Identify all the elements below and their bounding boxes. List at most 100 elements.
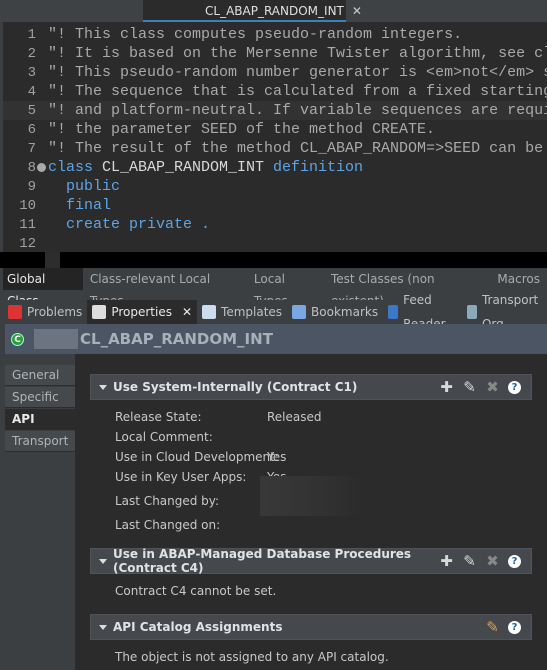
line-number: 6 xyxy=(27,122,36,138)
problems-icon xyxy=(8,305,22,319)
code-text: public xyxy=(48,177,120,196)
section-title: Use System-Internally (Contract C1) xyxy=(113,380,358,394)
add-icon[interactable]: ✚ xyxy=(439,378,454,396)
subtab-macros[interactable]: Macros xyxy=(494,268,543,290)
templates-icon xyxy=(202,305,217,319)
line-number: 10 xyxy=(19,198,36,214)
code-token: definition xyxy=(273,159,364,176)
fold-toggle-icon[interactable] xyxy=(37,163,46,172)
section-text: Contract C4 cannot be set. xyxy=(115,584,277,598)
code-token: "! and platform-neutral. If variable seq… xyxy=(48,102,547,119)
add-icon[interactable]: ✚ xyxy=(439,552,454,570)
line-number: 1 xyxy=(27,27,36,43)
editor-tab[interactable]: CL_ABAP_RANDOM_INT ✕ xyxy=(143,0,362,22)
view-tabs: Problems Properties ✕ Templates Bookmarks Fee… xyxy=(3,293,547,331)
editor-subtabs: Global ClassClass-relevant Local TypesLo… xyxy=(3,268,547,308)
tab-bookmarks[interactable]: Bookmarks xyxy=(287,300,383,324)
line-number: 7 xyxy=(27,141,36,157)
line-number: 11 xyxy=(19,217,36,233)
code-line: 12 xyxy=(3,234,547,252)
tab-label: Properties xyxy=(111,305,172,319)
collapse-triangle-icon[interactable] xyxy=(99,558,107,564)
code-text: "! The result of the method CL_ABAP_RAND… xyxy=(48,139,543,158)
nav-api-state[interactable]: API State xyxy=(5,409,75,447)
code-line: 7 "! The result of the method CL_ABAP_RAN… xyxy=(3,139,547,158)
code-token: "! the parameter SEED of the method CREA… xyxy=(48,121,436,138)
code-token: "! The sequence that is calculated from … xyxy=(48,83,547,100)
tab-problems[interactable]: Problems xyxy=(3,300,87,324)
nav-specific[interactable]: Specific xyxy=(5,387,75,408)
redacted-text xyxy=(34,329,78,349)
section-header[interactable]: Use System-Internally (Contract C1) ✚ ✎ ✖? xyxy=(90,374,532,400)
horizontal-scrollbar[interactable] xyxy=(0,252,547,268)
scroll-left-button[interactable] xyxy=(45,252,60,268)
code-line: 9 public xyxy=(3,177,547,196)
code-token: create private . xyxy=(48,216,211,233)
section-title: Use in ABAP-Managed Database Procedures … xyxy=(113,547,412,575)
field-label: Use in Key User Apps: xyxy=(115,470,247,484)
subtab-global-class[interactable]: Global Class xyxy=(3,268,83,308)
tab-label: Templates xyxy=(221,305,283,319)
code-line: 4 "! The sequence that is calculated from… xyxy=(3,82,547,101)
tab-label: Bookmarks xyxy=(311,305,379,319)
code-editor[interactable]: 1 "! This class computes pseudo-random in… xyxy=(3,22,547,252)
code-text: "! the parameter SEED of the method CREA… xyxy=(48,120,435,139)
code-line: 6 "! the parameter SEED of the method CRE… xyxy=(3,120,547,139)
field-label: Release State: xyxy=(115,410,202,424)
tab-transport-org[interactable]: Transport Org xyxy=(462,293,547,331)
section-title: API Catalog Assignments xyxy=(113,620,283,634)
help-icon[interactable]: ? xyxy=(508,380,521,394)
subtab-class-relevant-local-types[interactable]: Class-relevant Local Types xyxy=(87,268,247,308)
line-number: 2 xyxy=(27,46,36,62)
delete-icon[interactable]: ✖ xyxy=(485,552,500,570)
object-title: CL_ABAP_RANDOM_INT xyxy=(80,330,273,348)
code-token: "! This class computes pseudo-random int… xyxy=(48,26,463,43)
code-text: class CL_ABAP_RANDOM_INT definition xyxy=(48,158,363,177)
code-line: 1 "! This class computes pseudo-random in… xyxy=(3,25,547,44)
field-label: Last Changed on: xyxy=(115,518,221,532)
properties-nav: GeneralSpecificAPI StateTransport xyxy=(5,354,75,670)
line-number: 12 xyxy=(19,236,36,252)
code-text: "! and platform-neutral. If variable seq… xyxy=(48,101,547,120)
code-text: "! The sequence that is calculated from … xyxy=(48,82,547,101)
section-header[interactable]: Use in ABAP-Managed Database Procedures … xyxy=(90,547,532,575)
line-number: 3 xyxy=(27,65,36,81)
help-icon[interactable]: ? xyxy=(508,620,521,634)
code-token: final xyxy=(48,197,112,214)
delete-icon[interactable]: ✖ xyxy=(485,378,500,396)
collapse-triangle-icon[interactable] xyxy=(99,384,107,390)
feed-icon xyxy=(388,305,399,319)
section-header[interactable]: API Catalog Assignments ✎? xyxy=(90,614,532,640)
properties-header: C CL_ABAP_RANDOM_INT xyxy=(5,324,547,354)
nav-transport[interactable]: Transport xyxy=(5,431,75,452)
transport-icon xyxy=(466,305,477,319)
subtab-local-types[interactable]: Local Types xyxy=(251,268,324,308)
tab-label: Problems xyxy=(27,305,83,319)
tab-feed-reader[interactable]: Feed Reader xyxy=(383,293,462,331)
code-line: 2 "! It is based on the Mersenne Twister … xyxy=(3,44,547,63)
api-state-content: Use System-Internally (Contract C1) ✚ ✎ ✖? R… xyxy=(75,354,547,670)
properties-icon xyxy=(92,305,107,319)
tab-properties[interactable]: Properties ✕ xyxy=(87,300,198,324)
subtab-test-classes-non-existent-[interactable]: Test Classes (non existent) xyxy=(328,268,490,308)
section-toolbar: ✚ ✎ ✖? xyxy=(439,378,521,396)
section-text: The object is not assigned to any API ca… xyxy=(115,650,389,664)
edit-icon[interactable]: ✎ xyxy=(462,552,477,570)
tab-templates[interactable]: Templates xyxy=(197,300,287,324)
code-text: "! This pseudo-random number generator i… xyxy=(48,63,547,82)
code-text: "! It is based on the Mersenne Twister a… xyxy=(48,44,547,63)
edit-icon[interactable]: ✎ xyxy=(485,618,500,636)
help-icon[interactable]: ? xyxy=(508,554,521,568)
code-token: "! The result of the method CL_ABAP_RAND… xyxy=(48,140,544,157)
code-text: final xyxy=(48,196,111,215)
nav-general[interactable]: General xyxy=(5,365,75,386)
line-number: 5 xyxy=(27,103,36,119)
collapse-triangle-icon[interactable] xyxy=(99,624,107,630)
code-text: create private . xyxy=(48,215,210,234)
close-icon[interactable]: ✕ xyxy=(182,300,192,324)
edit-icon[interactable]: ✎ xyxy=(462,378,477,396)
field-label: Use in Cloud Development: xyxy=(115,450,279,464)
close-icon[interactable]: ✕ xyxy=(352,4,362,18)
code-token: public xyxy=(48,178,121,195)
code-line: 8 class CL_ABAP_RANDOM_INT definition xyxy=(3,158,547,177)
